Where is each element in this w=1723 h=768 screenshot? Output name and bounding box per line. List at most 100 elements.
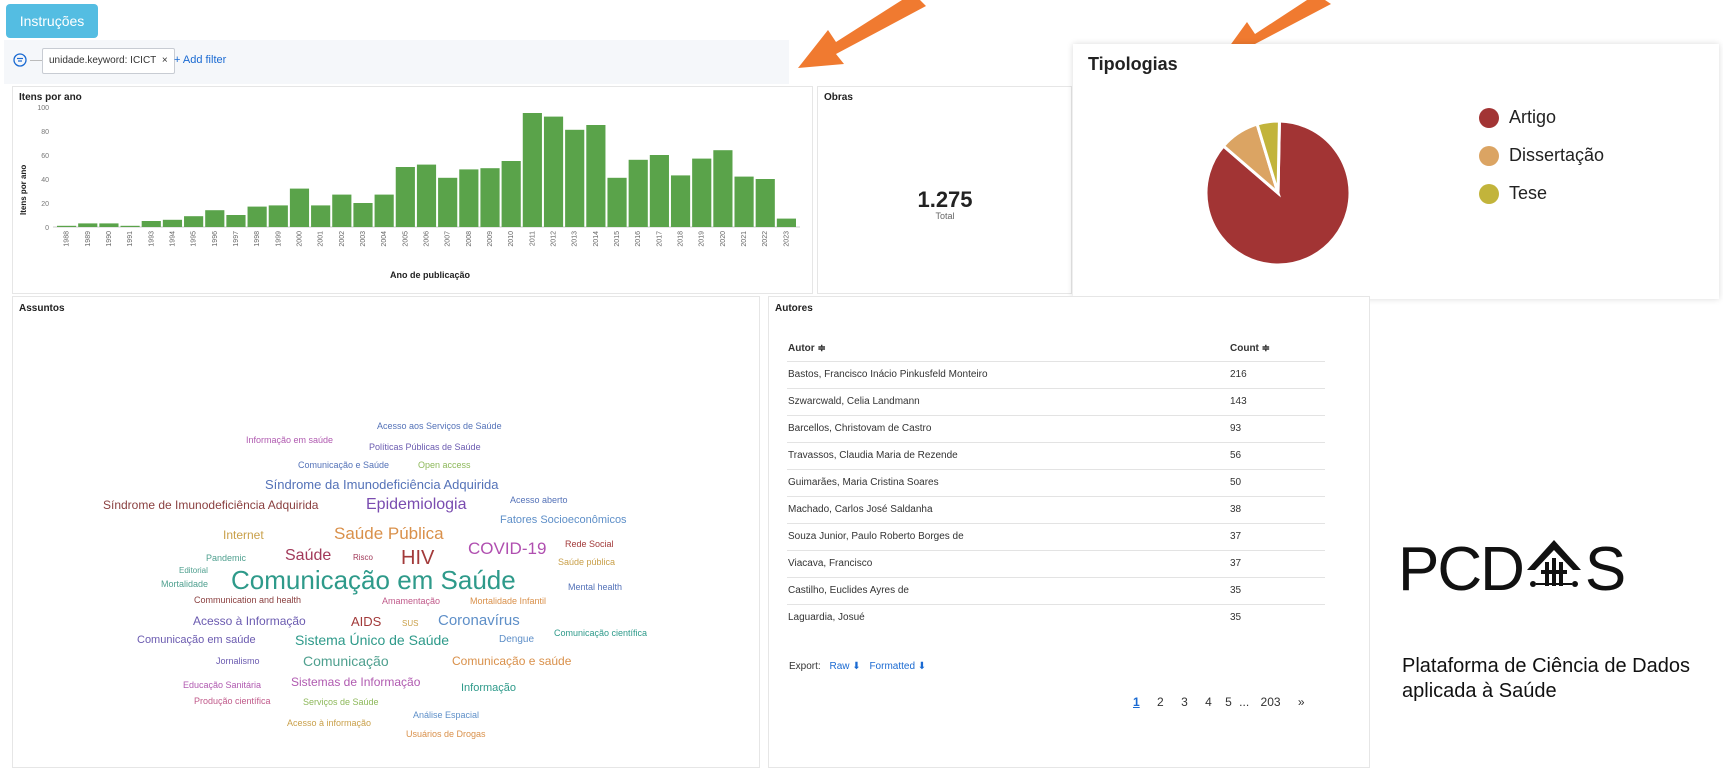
bar-2008[interactable] [459,169,479,227]
word-cloud-term[interactable]: Mortalidade Infantil [470,597,546,606]
autor-cell[interactable]: Travassos, Claudia Maria de Rezende [787,442,1229,469]
word-cloud-term[interactable]: AIDS [351,615,381,628]
word-cloud-term[interactable]: Acesso à informação [287,719,371,728]
bar-2014[interactable] [586,125,606,227]
bar-2018[interactable] [670,175,691,227]
word-cloud-term[interactable]: Síndrome de Imunodeficiência Adquirida [103,499,318,511]
bar-2021[interactable] [734,176,754,227]
word-cloud-term[interactable]: Jornalismo [216,657,260,666]
bar-1994[interactable] [162,219,183,227]
word-cloud-term[interactable]: Mortalidade [161,580,208,589]
autor-cell[interactable]: Laguardia, Josué [787,604,1229,631]
word-cloud-term[interactable]: Editorial [179,567,208,575]
bar-2007[interactable] [438,177,458,227]
autor-cell[interactable]: Barcellos, Christovam de Castro [787,415,1229,442]
word-cloud-term[interactable]: Saúde Pública [334,525,444,542]
word-cloud-term[interactable]: Open access [418,461,471,470]
word-cloud-term[interactable]: Comunicação em Saúde [231,567,516,593]
word-cloud-term[interactable]: Saúde [285,548,331,564]
autor-cell[interactable]: Guimarães, Maria Cristina Soares [787,469,1229,496]
word-cloud-term[interactable]: Communication and health [194,596,301,605]
page-3-link[interactable]: 3 [1181,695,1188,709]
filter-pill[interactable]: unidade.keyword: ICICT × [42,48,175,74]
word-cloud-term[interactable]: Rede Social [565,540,614,549]
bar-2006[interactable] [416,164,437,227]
bar-1998[interactable] [247,206,267,227]
bar-2017[interactable] [649,155,669,227]
word-cloud-term[interactable]: Sistemas de Informação [291,676,420,688]
autor-cell[interactable]: Szwarcwald, Celia Landmann [787,388,1229,415]
autor-column-header[interactable]: Autor ≑ [787,337,1229,361]
word-cloud-term[interactable]: Acesso à Informação [193,615,306,627]
bar-2022[interactable] [755,179,775,227]
bar-1997[interactable] [226,215,246,227]
word-cloud-term[interactable]: Risco [353,554,373,562]
word-cloud-term[interactable]: Pandemic [206,554,246,563]
bar-2015[interactable] [607,177,627,227]
bar-2000[interactable] [289,188,310,227]
page-last-link[interactable]: 203 [1261,695,1281,709]
word-cloud-term[interactable]: Acesso aberto [510,496,568,505]
word-cloud-term[interactable]: Comunicação [303,654,389,668]
word-cloud-term[interactable]: Informação em saúde [246,436,333,445]
word-cloud-term[interactable]: Usuários de Drogas [406,730,486,739]
word-cloud-term[interactable]: Produção científica [194,697,271,706]
close-icon[interactable]: × [162,55,168,66]
bar-1993[interactable] [141,221,161,227]
autor-cell[interactable]: Castilho, Euclides Ayres de [787,577,1229,604]
filter-icon[interactable] [13,53,27,67]
word-cloud-term[interactable]: Internet [223,529,264,541]
bar-2019[interactable] [692,158,712,227]
bar-2013[interactable] [565,129,585,227]
word-cloud-term[interactable]: Dengue [499,635,534,645]
bar-2011[interactable] [522,113,542,227]
word-cloud-term[interactable]: Síndrome da Imunodeficiência Adquirida [265,478,498,491]
bar-1990[interactable] [99,223,119,227]
word-cloud-term[interactable]: Fatores Socioeconômicos [500,515,627,526]
add-filter-link[interactable]: + Add filter [174,48,226,72]
bar-2010[interactable] [501,161,521,227]
export-raw-link[interactable]: Raw ⬇ [829,661,860,672]
word-cloud-term[interactable]: Informação [461,683,516,694]
legend-item-tese[interactable]: Tese [1479,180,1679,208]
bar-2009[interactable] [480,168,500,227]
word-cloud-term[interactable]: COVID-19 [468,540,546,557]
word-cloud-term[interactable]: Amamentação [382,597,440,606]
word-cloud-term[interactable]: Coronavírus [438,613,520,628]
word-cloud-term[interactable]: Comunicação em saúde [137,635,256,646]
bar-2012[interactable] [543,116,564,227]
word-cloud-term[interactable]: Comunicação e Saúde [298,461,389,470]
bar-2005[interactable] [395,167,415,227]
bar-2016[interactable] [628,159,648,227]
bar-2001[interactable] [311,205,331,227]
bar-2020[interactable] [713,150,733,227]
bar-2002[interactable] [332,194,352,227]
bar-1989[interactable] [78,223,98,227]
bar-2003[interactable] [353,203,373,227]
page-4-link[interactable]: 4 [1205,695,1212,709]
autor-cell[interactable]: Machado, Carlos José Saldanha [787,496,1229,523]
autor-cell[interactable]: Bastos, Francisco Inácio Pinkusfeld Mont… [787,361,1229,388]
word-cloud-term[interactable]: Epidemiologia [366,497,467,513]
page-1-link[interactable]: 1 [1133,695,1140,709]
word-cloud-term[interactable]: Serviços de Saúde [303,698,379,707]
page-2-link[interactable]: 2 [1157,695,1164,709]
bar-1988[interactable] [57,225,77,227]
autor-cell[interactable]: Souza Junior, Paulo Roberto Borges de [787,523,1229,550]
legend-item-artigo[interactable]: Artigo [1479,104,1679,132]
word-cloud-term[interactable]: Acesso aos Serviços de Saúde [377,422,502,431]
autor-cell[interactable]: Viacava, Francisco [787,550,1229,577]
page-5-link[interactable]: 5 [1225,695,1232,709]
count-column-header[interactable]: Count ≑ [1229,337,1325,361]
legend-item-dissertacao[interactable]: Dissertação [1479,142,1679,170]
word-cloud-term[interactable]: Comunicação e saúde [452,655,571,667]
word-cloud-term[interactable]: Saúde pública [558,558,615,567]
word-cloud-term[interactable]: Análise Espacial [413,711,479,720]
export-formatted-link[interactable]: Formatted ⬇ [869,661,926,672]
word-cloud-term[interactable]: SUS [402,620,418,628]
bar-1999[interactable] [268,205,288,227]
bar-1991[interactable] [120,225,140,227]
bar-2004[interactable] [374,194,394,227]
word-cloud-term[interactable]: Mental health [568,583,622,592]
bar-1995[interactable] [184,216,204,227]
